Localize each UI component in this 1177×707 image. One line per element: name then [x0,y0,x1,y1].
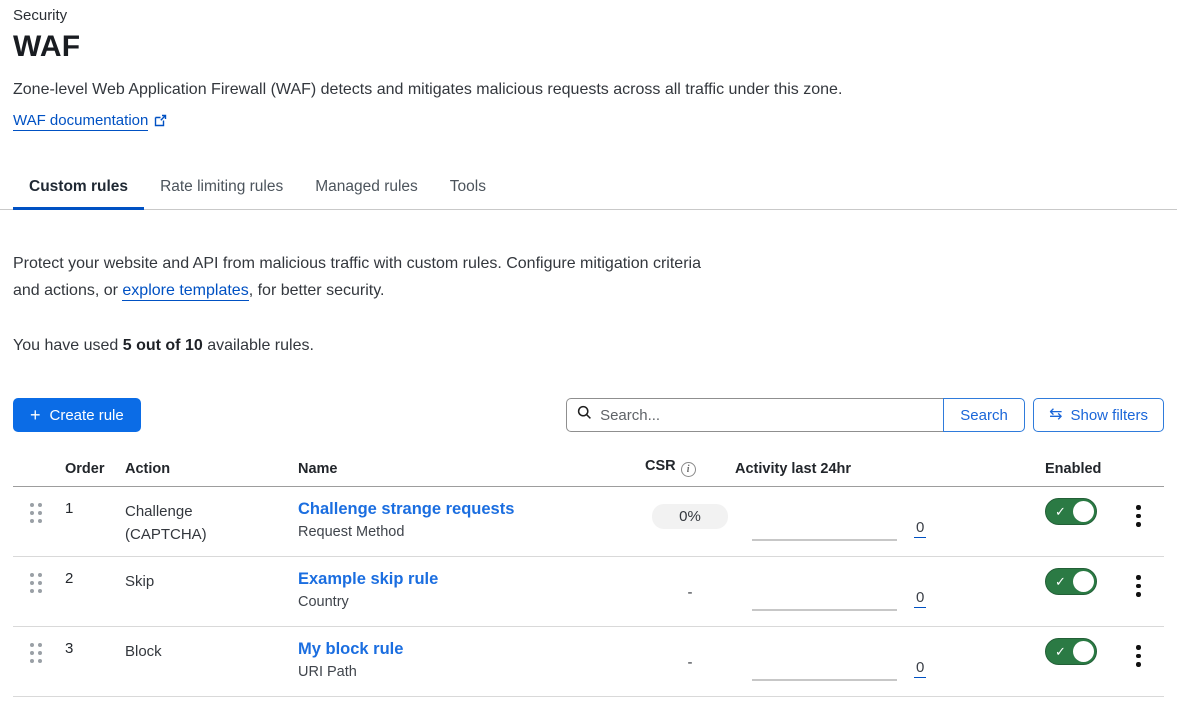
page-title: WAF [0,30,1177,64]
search-button[interactable]: Search [943,398,1025,432]
external-link-icon [154,114,167,131]
intro-text-after: , for better security. [249,282,385,299]
csr-value: - [688,644,693,671]
rule-action: Challenge (CAPTCHA) [125,500,235,546]
rule-order: 2 [65,557,125,626]
rule-name-link[interactable]: Example skip rule [298,570,645,589]
activity-count-link[interactable]: 0 [914,520,926,538]
check-icon: ✓ [1055,645,1066,658]
search-group: Search [566,398,1025,432]
enabled-toggle[interactable]: ✓ [1045,638,1097,665]
tab-rate-limiting-rules[interactable]: Rate limiting rules [144,168,299,209]
intro-text: Protect your website and API from malici… [0,250,740,304]
create-rule-label: Create rule [50,407,124,424]
rule-name-link[interactable]: Challenge strange requests [298,500,645,519]
csr-value: - [688,574,693,601]
rule-action: Block [125,640,235,663]
usage-prefix: You have used [13,337,123,354]
table-row: 3 Block My block rule URI Path - 0 ✓ [13,627,1164,697]
tab-managed-rules[interactable]: Managed rules [299,168,434,209]
usage-suffix: available rules. [203,337,314,354]
rule-order: 3 [65,627,125,696]
activity-count-link[interactable]: 0 [914,660,926,678]
activity-sparkline [752,609,897,611]
rules-table: Order Action Name CSR i Activity last 24h… [13,458,1164,697]
csr-badge: 0% [652,504,728,529]
rule-order: 1 [65,487,125,556]
tab-bar: Custom rules Rate limiting rules Managed… [0,168,1177,210]
column-header-enabled: Enabled [1045,461,1113,477]
column-header-name: Name [298,461,645,477]
drag-handle-icon[interactable] [30,643,42,663]
search-icon [577,405,592,425]
column-header-action: Action [125,461,298,477]
page-eyebrow: Security [0,7,1177,24]
activity-sparkline [752,679,897,681]
column-header-csr: CSR i [645,458,735,477]
rule-expression: Request Method [298,524,645,540]
search-box [566,398,943,432]
drag-handle-icon[interactable] [30,503,42,523]
toolbar: + Create rule Search ⇆ Show filters [0,398,1177,432]
check-icon: ✓ [1055,505,1066,518]
check-icon: ✓ [1055,575,1066,588]
rule-action: Skip [125,570,235,593]
plus-icon: + [30,406,41,424]
enabled-toggle[interactable]: ✓ [1045,498,1097,525]
toggle-knob [1073,641,1094,662]
table-row: 1 Challenge (CAPTCHA) Challenge strange … [13,487,1164,557]
activity-sparkline [752,539,897,541]
kebab-menu-button[interactable] [1130,503,1147,556]
drag-handle-icon[interactable] [30,573,42,593]
usage-count: 5 out of 10 [123,337,203,354]
waf-documentation-link[interactable]: WAF documentation [13,112,148,131]
rule-expression: Country [298,594,645,610]
tab-custom-rules[interactable]: Custom rules [13,168,144,209]
create-rule-button[interactable]: + Create rule [13,398,141,432]
show-filters-button[interactable]: ⇆ Show filters [1033,398,1164,432]
table-row: 2 Skip Example skip rule Country - 0 ✓ [13,557,1164,627]
toggle-knob [1073,501,1094,522]
toggle-knob [1073,571,1094,592]
explore-templates-link[interactable]: explore templates [122,282,248,301]
page-description: Zone-level Web Application Firewall (WAF… [0,81,1177,99]
kebab-menu-button[interactable] [1130,573,1147,626]
search-input[interactable] [600,407,933,424]
column-header-order: Order [65,461,125,477]
rule-name-link[interactable]: My block rule [298,640,645,659]
activity-count-link[interactable]: 0 [914,590,926,608]
usage-text: You have used 5 out of 10 available rule… [0,337,1177,355]
tab-tools[interactable]: Tools [434,168,502,209]
kebab-menu-button[interactable] [1130,643,1147,696]
rule-expression: URI Path [298,664,645,680]
column-header-activity: Activity last 24hr [735,461,1045,477]
show-filters-label: Show filters [1070,407,1148,424]
enabled-toggle[interactable]: ✓ [1045,568,1097,595]
table-header-row: Order Action Name CSR i Activity last 24h… [13,458,1164,487]
swap-arrows-icon: ⇆ [1049,407,1062,423]
info-icon[interactable]: i [681,462,696,477]
csr-header-label: CSR [645,458,676,474]
